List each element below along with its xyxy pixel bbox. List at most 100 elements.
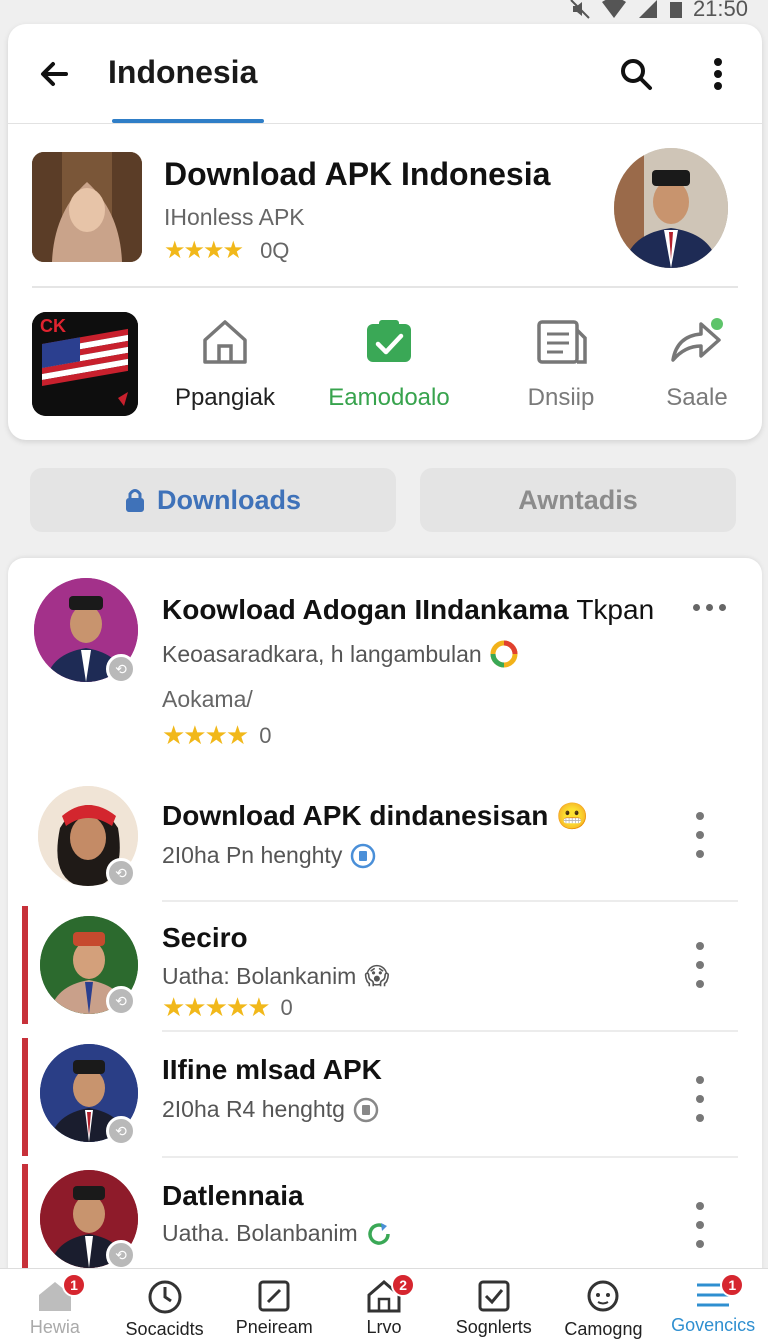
action-label: Dnsiip — [527, 384, 595, 411]
checkbox-icon — [478, 1280, 510, 1312]
action-label: Saale — [666, 384, 728, 411]
link-icon: ⟲ — [106, 858, 136, 888]
item-more-button[interactable] — [693, 604, 726, 611]
flag-app-icon[interactable]: CK — [32, 312, 138, 416]
document-icon — [537, 320, 587, 364]
item-title: Datlennaia — [162, 1180, 304, 1211]
item-subtitle-text: 2I0ha R4 henghtg — [162, 1096, 345, 1122]
item-more-button[interactable] — [690, 812, 710, 858]
action-saale[interactable]: Saale — [622, 314, 762, 412]
nav-item-camogng[interactable]: Camogng — [549, 1269, 659, 1344]
awntadis-button-label: Awntadis — [518, 484, 638, 515]
more-options-button[interactable] — [698, 54, 738, 94]
refresh-icon — [367, 1222, 390, 1245]
nav-label: Govencics — [671, 1315, 756, 1335]
info-badge-icon — [353, 1097, 379, 1122]
emoji-icon: 😬 — [556, 801, 589, 831]
app-bar: Indonesia — [8, 24, 762, 124]
nav-label: Pneiream — [235, 1317, 313, 1337]
notification-badge: 2 — [391, 1273, 416, 1297]
item-more-button[interactable] — [690, 1076, 710, 1122]
app-developer[interactable]: IHonless APK — [164, 204, 305, 231]
downloads-button-label: Downloads — [156, 484, 301, 515]
list-item[interactable]: ⟲ Datlennaia Uatha. Bolanbanim — [8, 1158, 762, 1278]
status-time: 21:50 — [692, 0, 748, 21]
list-item[interactable]: ⟲ Download APK dindanesisan 😬 2I0ha Pn h… — [8, 772, 762, 898]
highlight-bar — [22, 1038, 28, 1156]
signal-icon — [638, 0, 657, 18]
nav-label: Hewia — [29, 1317, 80, 1337]
status-icons: 21:50 — [569, 0, 748, 22]
notification-badge: 1 — [62, 1273, 86, 1297]
bottom-nav: 1 Hewia Socacidts Pneiream 2 Lrvo Sognle… — [0, 1268, 768, 1344]
item-title: Download APK dindanesisan 😬 — [162, 800, 589, 832]
nav-item-sognlerts[interactable]: Sognlerts — [439, 1269, 549, 1344]
app-header: Download APK Indonesia IHonless APK ★★★★… — [8, 124, 762, 284]
nav-item-pneiream[interactable]: Pneiream — [219, 1269, 329, 1344]
item-more-button[interactable] — [690, 942, 710, 988]
flag-badge-text: CK — [40, 316, 66, 336]
item-subtitle-text: Keoasaradkara, h langambulan — [162, 640, 482, 667]
item-subtitle: Uatha. Bolanbanim — [162, 1220, 392, 1247]
item-more-button[interactable] — [690, 1202, 710, 1248]
title-underline — [112, 119, 264, 123]
rating-stars: ★★★★★ — [162, 992, 271, 1022]
highlight-bar — [22, 906, 28, 1024]
item-title: Koowload Adogan IIndankama Tkpan — [162, 594, 654, 626]
search-button[interactable] — [616, 54, 656, 94]
back-button[interactable] — [34, 54, 74, 94]
action-ppangiak[interactable]: Ppangiak — [150, 314, 300, 412]
notification-badge: 1 — [720, 1273, 745, 1297]
developer-avatar[interactable] — [614, 148, 728, 268]
nav-label: Camogng — [564, 1319, 643, 1339]
item-subtitle: Keoasaradkara, h langambulan — [162, 640, 518, 668]
info-badge-icon — [351, 843, 376, 868]
nav-label: Socacidts — [125, 1319, 204, 1339]
mute-icon — [570, 0, 590, 19]
arrow-back-icon — [41, 62, 68, 86]
rating-stars: ★★★★ — [162, 720, 249, 750]
item-subtitle-text: Uatha. Bolanbanim — [162, 1220, 358, 1246]
man-portrait-icon — [614, 148, 728, 268]
rating-stars: ★★★★ — [164, 237, 244, 264]
item-title: Seciro — [162, 922, 248, 953]
rating-value: 0Q — [260, 237, 290, 263]
nav-item-socacidts[interactable]: Socacidts — [110, 1269, 220, 1344]
app-detail-card: Indonesia Download APK Indonesia IHonles… — [8, 24, 762, 440]
nav-item-lrvo[interactable]: 2 Lrvo — [329, 1269, 439, 1344]
app-rating: ★★★★ 0Q — [164, 236, 289, 265]
item-subtitle-text: Uatha: Bolankanim — [162, 963, 357, 989]
item-title: IIfine mlsad APK — [162, 1054, 382, 1085]
app-icon — [32, 152, 142, 262]
divider — [32, 286, 738, 288]
app-list: ⟲ Koowload Adogan IIndankama Tkpan Keoas… — [8, 558, 762, 1278]
search-icon — [621, 59, 652, 90]
more-vert-icon — [714, 58, 722, 90]
link-icon: ⟲ — [106, 986, 136, 1016]
item-meta: Aokama/ — [162, 686, 253, 712]
item-rating: ★★★★★ 0 — [162, 992, 293, 1023]
action-eamodoalo[interactable]: Eamodoalo — [314, 314, 464, 412]
highlight-bar — [22, 1164, 28, 1278]
nav-label: Lrvo — [366, 1317, 402, 1337]
list-item[interactable]: ⟲ Seciro Uatha: Bolankanim 😱 ★★★★★ 0 — [8, 902, 762, 1028]
actions-row: CK Ppangiak Eamodoalo Dnsiip Saale — [8, 308, 762, 428]
link-icon: ⟲ — [106, 1116, 136, 1146]
list-item[interactable]: ⟲ Koowload Adogan IIndankama Tkpan Keoas… — [8, 558, 762, 768]
nav-item-govencics[interactable]: 1 Govencics — [658, 1269, 768, 1344]
action-label: Ppangiak — [174, 384, 276, 411]
item-subtitle: Uatha: Bolankanim 😱 — [162, 962, 389, 991]
share-icon — [671, 318, 723, 362]
nav-label: Sognlerts — [455, 1317, 532, 1337]
item-subtitle: 2I0ha Pn henghty — [162, 842, 376, 869]
downloads-button[interactable]: Downloads — [30, 468, 396, 532]
awntadis-button[interactable]: Awntadis — [420, 468, 736, 532]
nav-item-hewia[interactable]: 1 Hewia — [0, 1269, 110, 1344]
list-item[interactable]: ⟲ IIfine mlsad APK 2I0ha R4 henghtg — [8, 1032, 762, 1158]
app-name: Download APK Indonesia — [164, 156, 551, 192]
item-subtitle-text: 2I0ha Pn henghty — [162, 842, 343, 868]
link-icon: ⟲ — [106, 654, 136, 684]
download-check-icon — [367, 320, 411, 362]
action-dnsiip[interactable]: Dnsiip — [486, 314, 636, 412]
rating-value: 0 — [259, 722, 272, 748]
